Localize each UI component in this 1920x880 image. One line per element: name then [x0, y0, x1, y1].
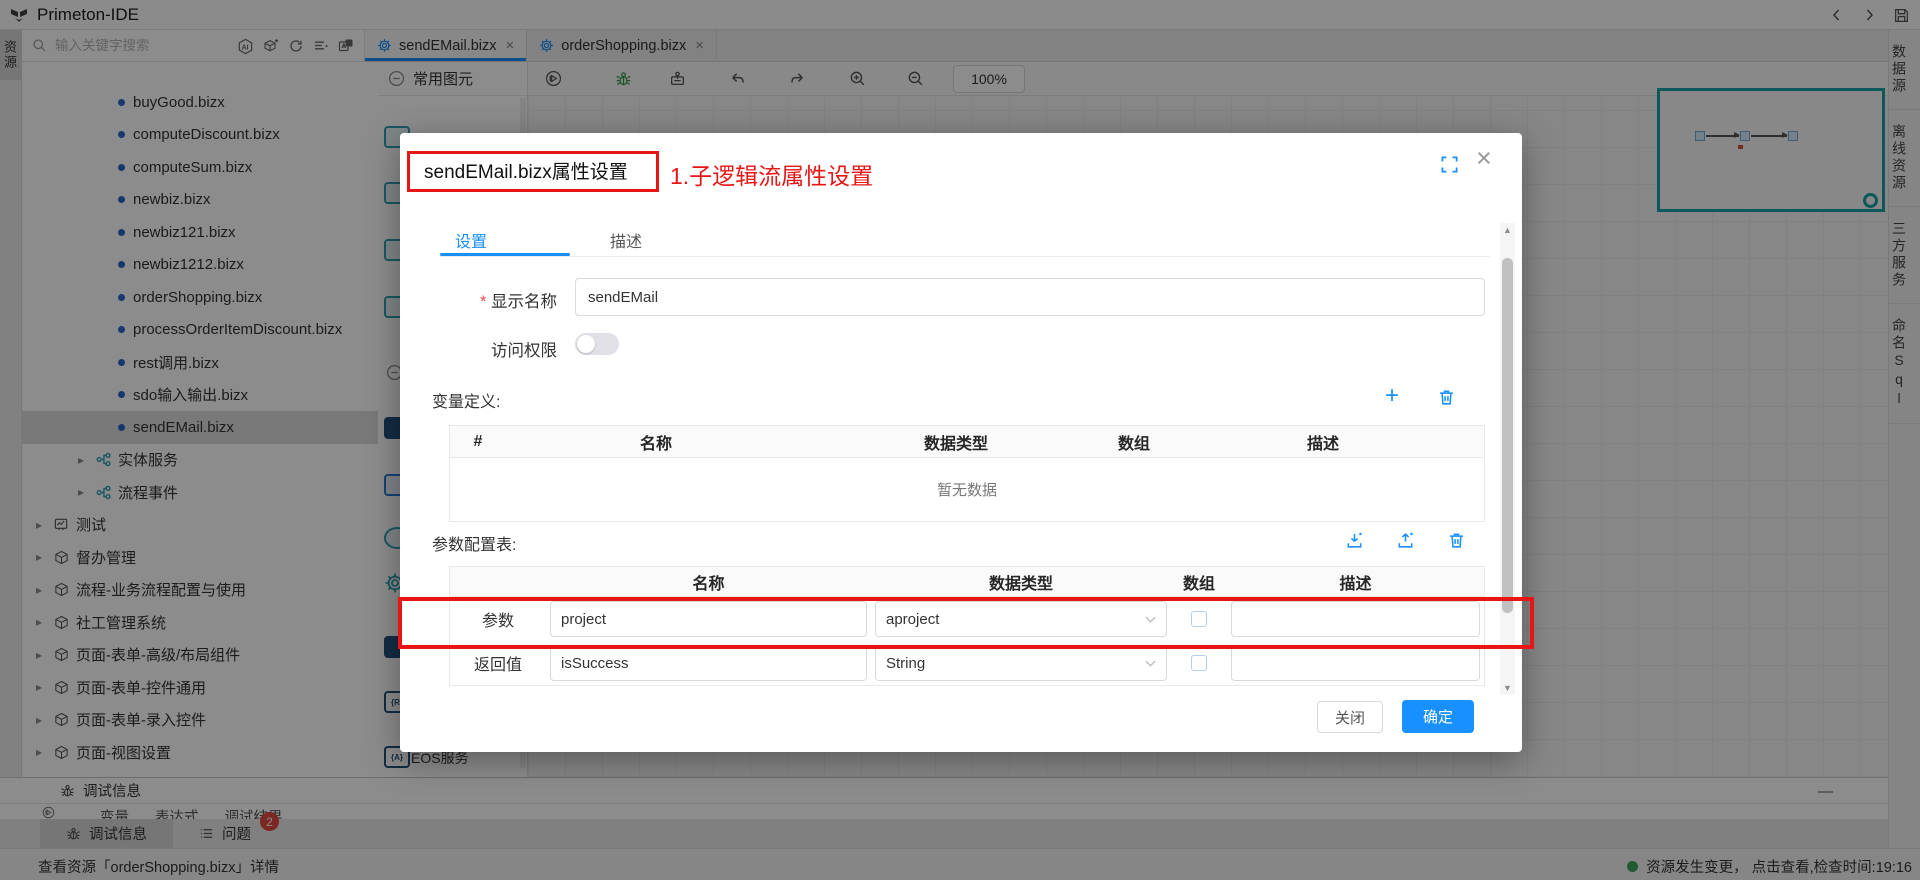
- empty-data-text: 暂无数据: [450, 458, 1484, 521]
- array-checkbox[interactable]: [1191, 611, 1207, 627]
- import-icon[interactable]: [1345, 531, 1364, 550]
- display-name-input[interactable]: [575, 278, 1485, 316]
- column-header: 数组: [1106, 426, 1162, 457]
- settings-tab[interactable]: 设置: [455, 228, 487, 252]
- column-header: 描述: [1162, 426, 1484, 457]
- chevron-down-icon: [1145, 616, 1156, 623]
- export-icon[interactable]: [1396, 531, 1415, 550]
- description-input[interactable]: [1231, 601, 1480, 637]
- description-input[interactable]: [1231, 645, 1480, 681]
- name-input[interactable]: [550, 601, 867, 637]
- param-row: 参数 aproject: [450, 597, 1484, 641]
- params-table: 名称数据类型数组描述 参数 aproject: [449, 566, 1485, 686]
- display-name-label: 显示名称: [427, 288, 557, 312]
- scrollbar-thumb[interactable]: [1502, 258, 1513, 613]
- scroll-up-icon[interactable]: [1500, 225, 1515, 235]
- column-header: #: [450, 426, 506, 457]
- column-header: 描述: [1227, 567, 1484, 596]
- row-label: 参数: [450, 597, 546, 641]
- ok-button[interactable]: 确定: [1402, 700, 1474, 733]
- variables-table: #名称数据类型数组描述 暂无数据: [449, 425, 1485, 522]
- column-header: 数据类型: [871, 567, 1171, 596]
- property-dialog: sendEMail.bizx属性设置 设置 描述 显示名称 访问权限 变量定义:…: [400, 133, 1522, 752]
- params-section-label: 参数配置表:: [432, 531, 516, 555]
- description-tab[interactable]: 描述: [610, 228, 642, 252]
- column-header: 名称: [506, 426, 806, 457]
- scroll-down-icon[interactable]: [1500, 683, 1515, 693]
- variables-section-label: 变量定义:: [432, 388, 500, 412]
- close-dialog-icon[interactable]: [1476, 143, 1492, 174]
- access-toggle[interactable]: [575, 333, 619, 355]
- delete-param-icon[interactable]: [1447, 531, 1466, 550]
- delete-variable-icon[interactable]: [1437, 388, 1456, 407]
- fullscreen-icon[interactable]: [1440, 155, 1459, 174]
- close-button[interactable]: 关闭: [1317, 701, 1383, 733]
- column-header: [450, 567, 546, 596]
- name-input[interactable]: [550, 645, 867, 681]
- tab-divider: [440, 256, 1490, 257]
- array-checkbox[interactable]: [1191, 655, 1207, 671]
- type-select[interactable]: String: [875, 645, 1167, 681]
- dialog-title: sendEMail.bizx属性设置: [424, 157, 628, 184]
- type-select[interactable]: aproject: [875, 601, 1167, 637]
- param-row: 返回值 String: [450, 641, 1484, 685]
- row-label: 返回值: [450, 641, 546, 685]
- column-header: 数组: [1171, 567, 1227, 596]
- add-variable-icon[interactable]: +: [1385, 386, 1399, 406]
- column-header: 名称: [546, 567, 871, 596]
- chevron-down-icon: [1145, 660, 1156, 667]
- access-label: 访问权限: [427, 337, 557, 361]
- column-header: 数据类型: [806, 426, 1106, 457]
- dialog-scrollbar[interactable]: [1500, 223, 1515, 695]
